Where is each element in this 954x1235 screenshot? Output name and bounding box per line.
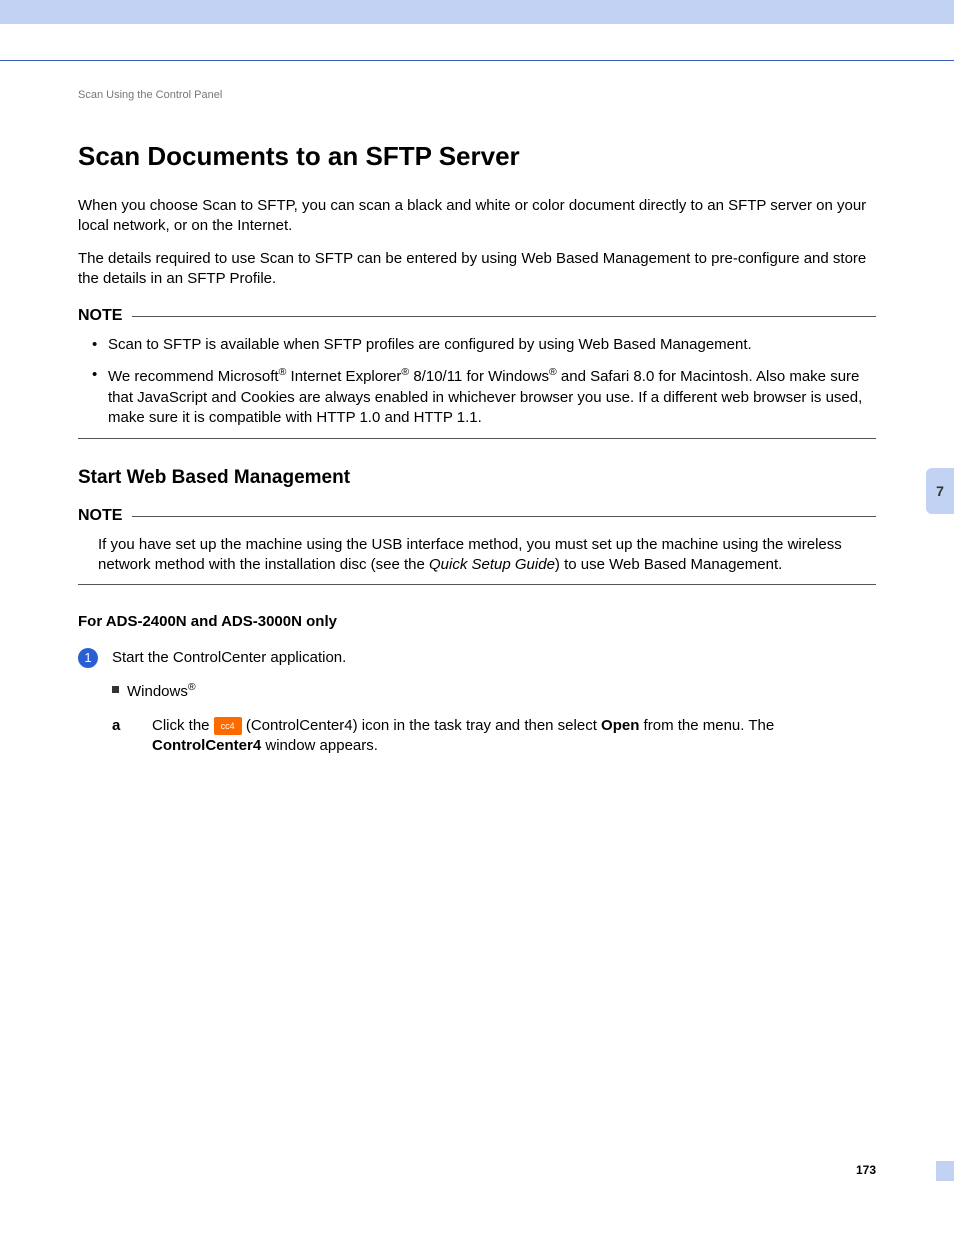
note-1-item-2-text: We recommend Microsoft® Internet Explore… [108, 365, 876, 428]
chapter-tab: 7 [926, 468, 954, 514]
registered-icon: ® [188, 681, 196, 693]
page-title: Scan Documents to an SFTP Server [78, 141, 876, 172]
note-heading-1: NOTE [78, 307, 876, 325]
models-heading: For ADS-2400N and ADS-3000N only [78, 613, 876, 630]
intro-paragraph-2: The details required to use Scan to SFTP… [78, 249, 876, 290]
registered-icon: ® [549, 366, 557, 378]
square-bullet-icon [112, 686, 119, 693]
section-title: Start Web Based Management [78, 467, 876, 489]
platform-windows: Windows® [112, 680, 876, 702]
bullet-icon: • [92, 365, 108, 428]
step-number-icon: 1 [78, 648, 98, 668]
note-1-item-1-text: Scan to SFTP is available when SFTP prof… [108, 335, 752, 355]
note-1-list: • Scan to SFTP is available when SFTP pr… [78, 335, 876, 428]
page-number-tab [936, 1161, 954, 1181]
step-1: 1 Start the ControlCenter application. [78, 648, 876, 668]
open-menu-label: Open [601, 717, 639, 734]
page-content: Scan Using the Control Panel Scan Docume… [0, 61, 954, 757]
note-rule [132, 516, 876, 517]
note-label: NOTE [78, 307, 132, 325]
controlcenter-icon: cc4 [214, 717, 242, 735]
quick-setup-guide-ref: Quick Setup Guide [429, 556, 555, 573]
note-1-item-1: • Scan to SFTP is available when SFTP pr… [92, 335, 876, 355]
header-bar [0, 0, 954, 24]
bullet-icon: • [92, 335, 108, 355]
note-close-rule [78, 438, 876, 439]
note-1-item-2: • We recommend Microsoft® Internet Explo… [92, 365, 876, 428]
step-1-text: Start the ControlCenter application. [112, 648, 876, 668]
breadcrumb: Scan Using the Control Panel [78, 89, 876, 101]
registered-icon: ® [401, 366, 409, 378]
substep-a-body: Click the cc4 (ControlCenter4) icon in t… [152, 716, 876, 757]
note-heading-2: NOTE [78, 507, 876, 525]
substep-label: a [112, 716, 152, 757]
note-label: NOTE [78, 507, 132, 525]
note-close-rule [78, 584, 876, 585]
note-2-body: If you have set up the machine using the… [78, 535, 876, 576]
page-number: 173 [856, 1163, 876, 1177]
controlcenter4-label: ControlCenter4 [152, 737, 261, 754]
note-rule [132, 316, 876, 317]
substep-a: a Click the cc4 (ControlCenter4) icon in… [112, 716, 876, 757]
intro-paragraph-1: When you choose Scan to SFTP, you can sc… [78, 196, 876, 237]
